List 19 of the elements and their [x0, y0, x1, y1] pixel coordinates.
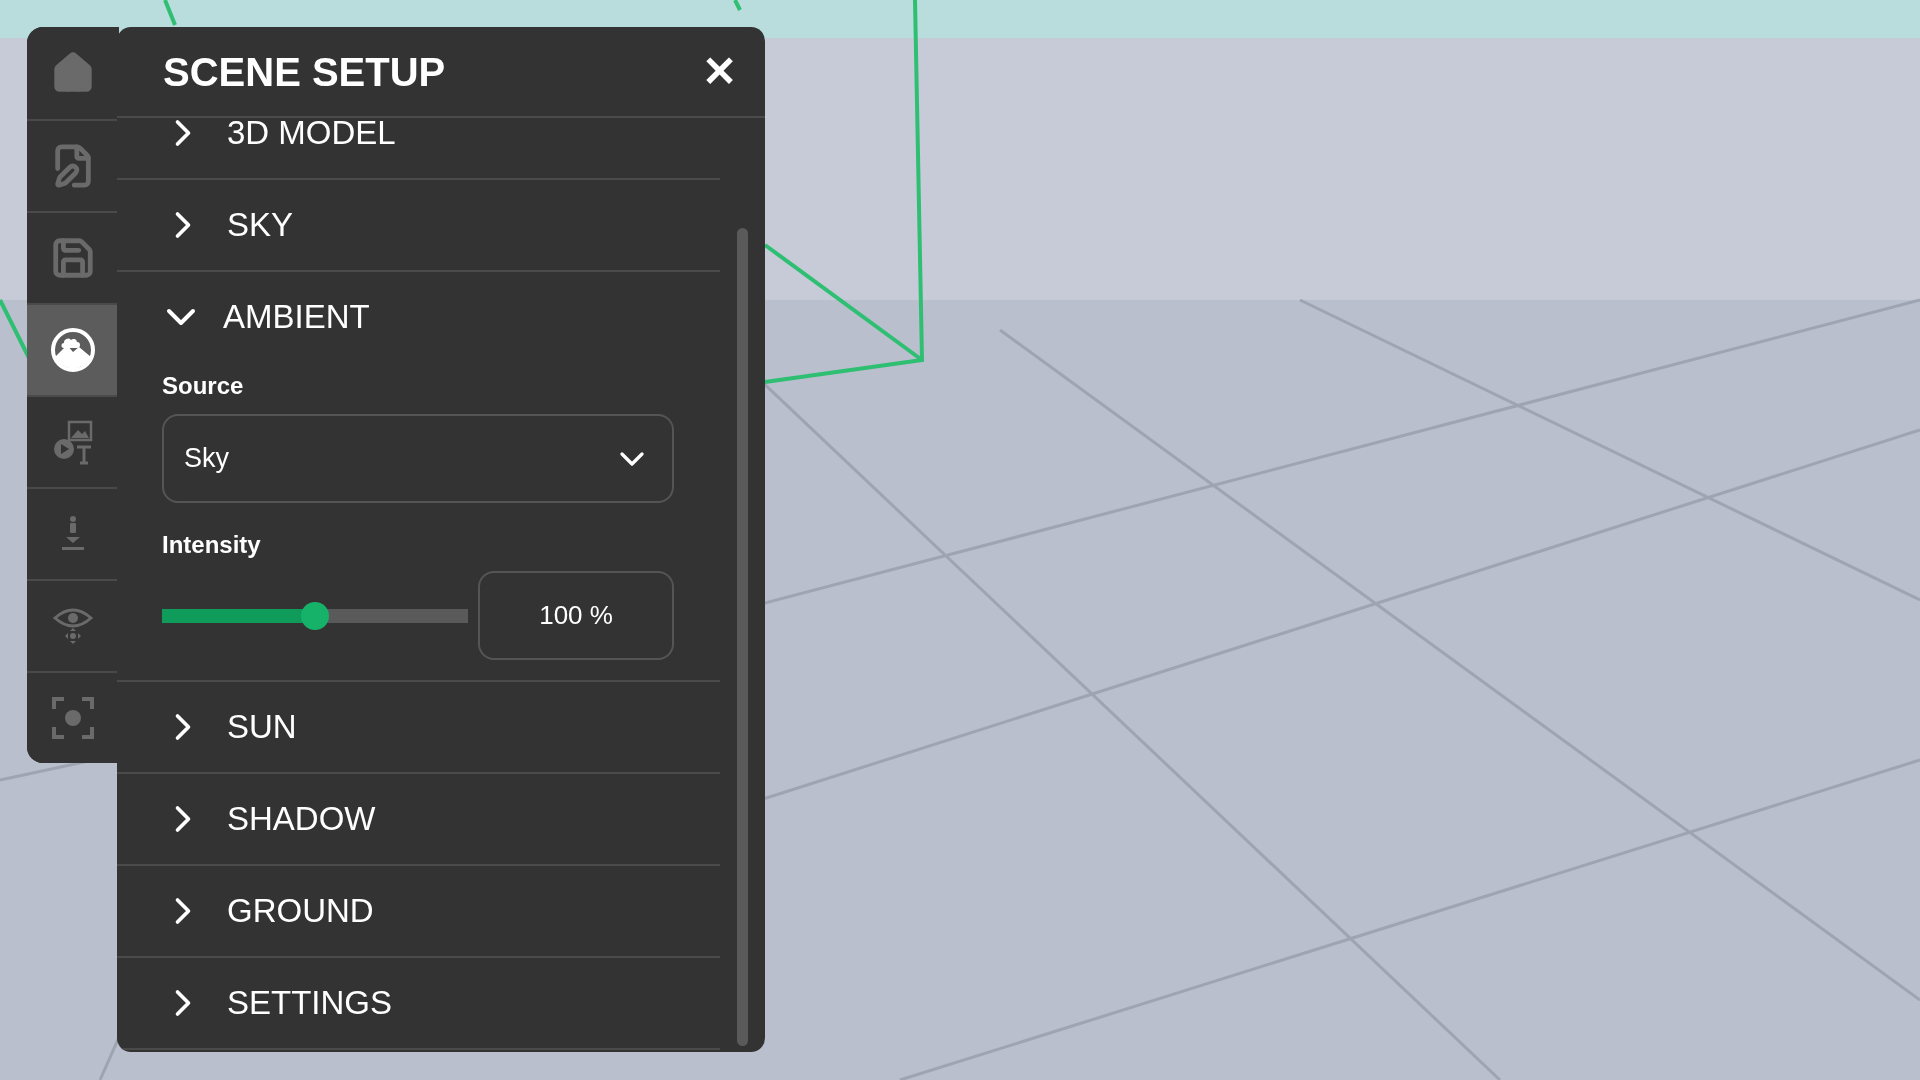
section-header[interactable]: SUN [117, 682, 720, 772]
focus-icon [50, 695, 96, 741]
section-header[interactable]: SHADOW [117, 774, 720, 864]
section-header[interactable]: AMBIENT [117, 272, 720, 362]
toolbar-button[interactable] [27, 303, 119, 395]
slider-thumb[interactable] [301, 601, 330, 630]
section-header[interactable]: SKY [117, 180, 720, 270]
landscape-circle-icon [50, 327, 96, 373]
source-dropdown[interactable]: Sky [162, 414, 674, 503]
close-button[interactable]: ✕ [702, 50, 737, 93]
section-header[interactable]: 3D MODEL [117, 118, 720, 178]
field-label: Source [162, 371, 245, 401]
section-header[interactable]: GROUND [117, 866, 720, 956]
section-header[interactable]: SETTINGS [117, 958, 720, 1048]
field-label: Intensity [162, 530, 262, 560]
panel-title: SCENE SETUP [163, 48, 446, 96]
intensity-slider[interactable] [162, 600, 469, 631]
intensity-input[interactable]: 100 % [478, 571, 674, 660]
scrollbar[interactable] [737, 228, 748, 1046]
